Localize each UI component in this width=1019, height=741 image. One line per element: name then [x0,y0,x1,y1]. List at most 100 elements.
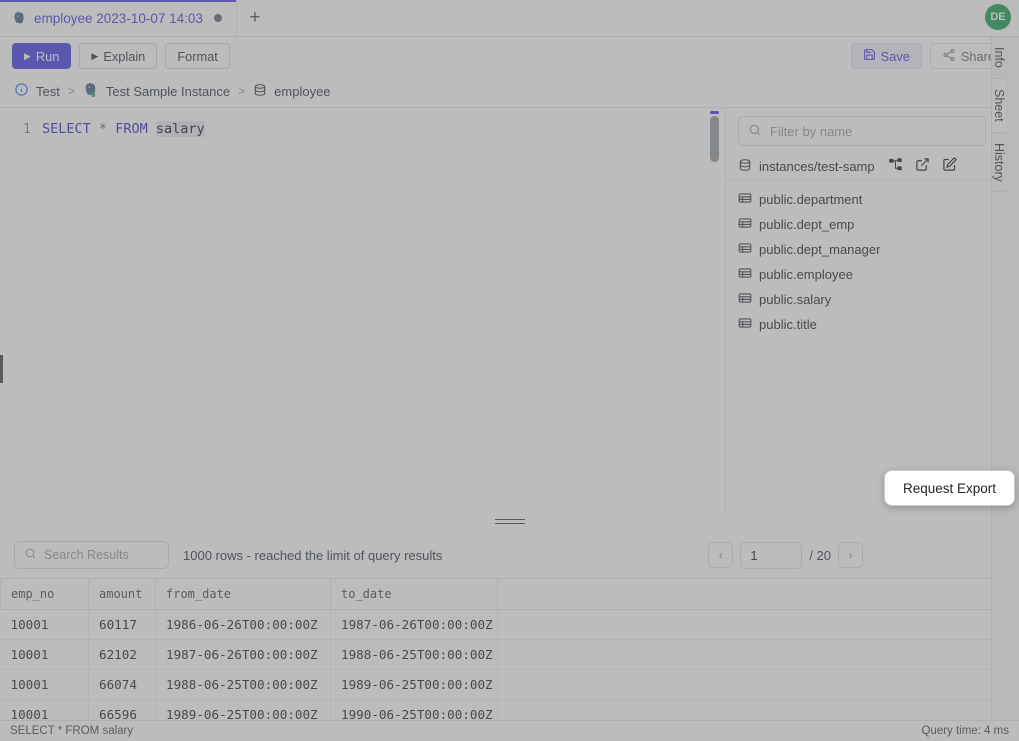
share-nodes-icon [942,48,956,65]
table-item[interactable]: public.dept_manager [726,237,998,262]
explain-button[interactable]: ▶ Explain [79,43,157,69]
request-export-button[interactable]: Request Export [884,470,1015,506]
next-page-button[interactable]: › [838,542,863,568]
breadcrumb-item-instance[interactable]: Test Sample Instance [83,82,230,101]
table-icon [738,216,752,233]
status-query-time: Query time: 4 ms [921,725,1009,737]
breadcrumb: Test > Test Sample Instance > employee [0,75,1019,108]
tab-info[interactable]: Info [992,37,1006,79]
table-item[interactable]: public.salary [726,287,998,312]
table-row[interactable]: 10001 60117 1986-06-26T00:00:00Z 1987-06… [1,610,1008,640]
cell-from-date: 1987-06-26T00:00:00Z [156,640,331,670]
cell-from-date: 1988-06-25T00:00:00Z [156,670,331,700]
page-number-input[interactable] [740,542,802,569]
status-bar: SELECT * FROM salary Query time: 4 ms [0,720,1019,741]
table-row[interactable]: 10001 62102 1987-06-26T00:00:00Z 1988-06… [1,640,1008,670]
table-list: public.department public.dept_emp public… [726,181,998,337]
edit-pencil-icon[interactable] [942,157,957,175]
instance-row[interactable]: instances/test-samp [726,152,998,181]
breadcrumb-separator: > [238,84,245,98]
share-label: Share [961,49,995,64]
results-toolbar: Search Results 1000 rows - reached the l… [0,532,1019,578]
editor-vertical-scrollbar[interactable] [710,116,719,162]
save-button[interactable]: Save [851,43,922,69]
table-item[interactable]: public.employee [726,262,998,287]
format-label: Format [177,49,218,64]
table-item[interactable]: public.department [726,187,998,212]
table-icon [738,266,752,283]
table-label: public.title [759,317,817,332]
results-table: emp_no amount from_date to_date 10001 60… [0,578,1008,741]
breadcrumb-separator: > [68,84,75,98]
left-edge-resize-handle[interactable] [0,355,3,383]
main-split: 1 SELECT * FROM salary [0,108,1019,516]
table-label: public.employee [759,267,853,282]
postgres-elephant-icon [83,82,99,101]
cell-amount: 66074 [89,670,156,700]
column-header-emp-no[interactable]: emp_no [1,579,89,610]
status-query-text: SELECT * FROM salary [10,725,133,737]
tab-sheet[interactable]: Sheet [992,79,1006,133]
table-label: public.dept_emp [759,217,854,232]
cell-emp-no: 10001 [1,640,89,670]
app-window: employee 2023-10-07 14:03 + ▶ Run ▶ Expl… [0,0,1019,741]
pagination: ‹ / 20 › [708,542,863,569]
cell-from-date: 1986-06-26T00:00:00Z [156,610,331,640]
breadcrumb-label-project: Test [36,84,60,99]
editor-tab-bar: employee 2023-10-07 14:03 + [0,0,1019,37]
table-icon [738,191,752,208]
editor-results-splitter [0,516,1019,532]
cell-emp-no: 10001 [1,670,89,700]
play-icon: ▶ [91,52,98,61]
table-row[interactable]: 10001 66074 1988-06-25T00:00:00Z 1989-06… [1,670,1008,700]
floppy-disk-icon [863,48,876,64]
cell-amount: 60117 [89,610,156,640]
editor-results-resize-handle[interactable] [495,519,525,524]
cell-emp-no: 10001 [1,610,89,640]
code-text: SELECT * FROM salary [42,119,205,139]
prev-page-button[interactable]: ‹ [708,542,733,568]
table-label: public.dept_manager [759,242,880,257]
tab-employee-sheet[interactable]: employee 2023-10-07 14:03 [0,0,237,36]
save-label: Save [881,49,910,64]
sql-keyword-select: SELECT [42,121,91,137]
breadcrumb-item-project[interactable]: Test [14,82,60,100]
schema-diagram-icon[interactable] [888,157,903,175]
avatar[interactable]: DE [985,4,1011,30]
table-icon [738,316,752,333]
cell-filler [498,610,1008,640]
format-button[interactable]: Format [165,43,230,69]
tab-history[interactable]: History [992,133,1006,193]
column-header-to-date[interactable]: to_date [331,579,498,610]
search-results-placeholder: Search Results [44,548,129,562]
table-header-row: emp_no amount from_date to_date [1,579,1008,610]
run-button[interactable]: ▶ Run [12,43,71,69]
new-tab-button[interactable]: + [237,0,273,36]
breadcrumb-label-database: employee [274,84,330,99]
breadcrumb-item-database[interactable]: employee [253,83,330,100]
table-item[interactable]: public.dept_emp [726,212,998,237]
column-header-from-date[interactable]: from_date [156,579,331,610]
instance-actions [888,157,957,175]
cell-filler [498,670,1008,700]
search-icon [24,547,37,563]
sql-star: * [99,121,107,137]
external-link-icon[interactable] [915,157,930,175]
sql-editor[interactable]: 1 SELECT * FROM salary [0,108,726,516]
instance-label: instances/test-samp [759,159,875,174]
line-number: 1 [0,119,42,139]
sql-table-name: salary [156,121,205,137]
table-item[interactable]: public.title [726,312,998,337]
rows-summary: 1000 rows - reached the limit of query r… [183,548,442,563]
tab-title: employee 2023-10-07 14:03 [34,11,203,26]
table-label: public.salary [759,292,831,307]
info-circle-icon [14,82,29,100]
filter-by-name-input[interactable]: Filter by name [738,116,986,146]
database-icon [253,83,267,100]
sql-keyword-from: FROM [115,121,148,137]
column-header-amount[interactable]: amount [89,579,156,610]
cell-filler [498,640,1008,670]
table-icon [738,241,752,258]
postgres-elephant-icon [12,11,27,26]
search-results-input[interactable]: Search Results [14,541,169,569]
